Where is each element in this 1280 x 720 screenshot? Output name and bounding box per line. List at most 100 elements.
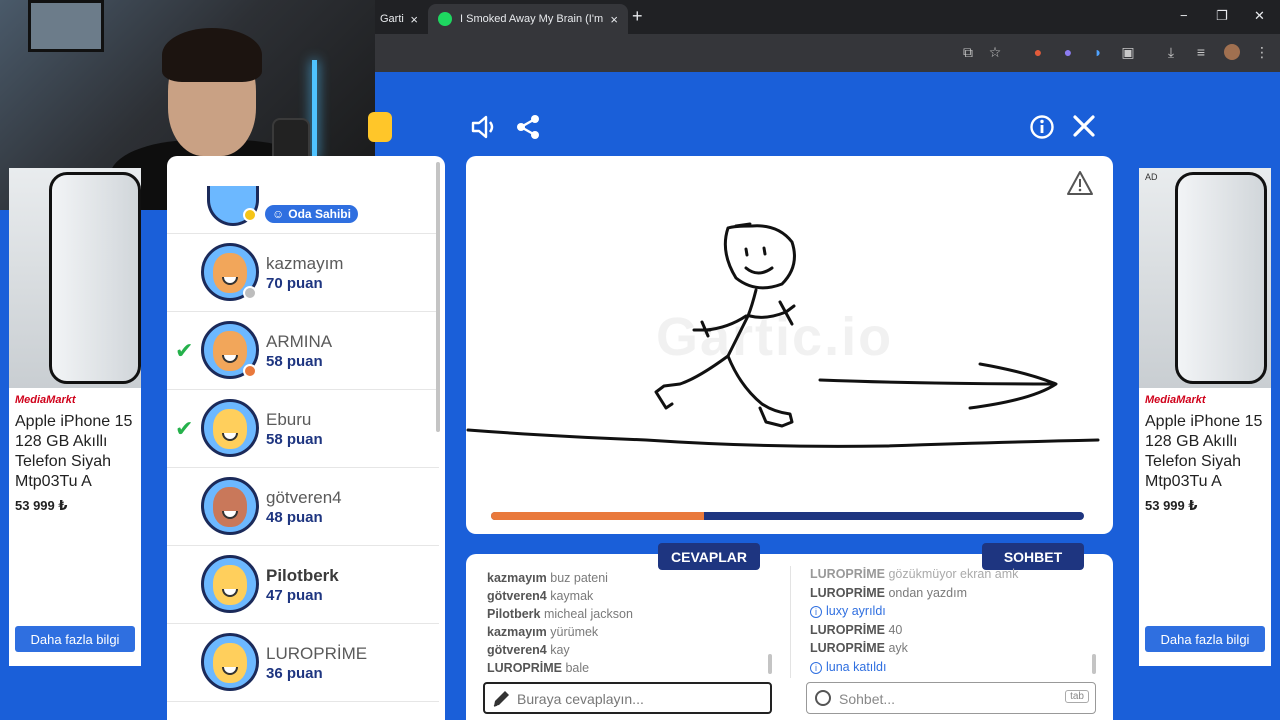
chat-input[interactable]: [839, 688, 1059, 710]
drawing-canvas[interactable]: Gartic.io: [466, 156, 1113, 534]
player-score: 58 puan: [266, 353, 323, 370]
chat-text: ayk: [888, 641, 908, 655]
panel-divider: [790, 566, 791, 678]
sound-icon[interactable]: [470, 114, 498, 140]
chat-scrollbar[interactable]: [1092, 654, 1096, 674]
download-icon[interactable]: ⤓: [1163, 44, 1179, 60]
extensions-puzzle-icon[interactable]: ▣: [1120, 44, 1136, 60]
chat-search-icon: [815, 690, 831, 706]
player-avatar: [201, 633, 259, 691]
browser-tab-spotify[interactable]: I Smoked Away My Brain (I'm God x Ani ×: [428, 4, 628, 34]
chat-text: katıldı: [853, 659, 887, 674]
tab-key-hint: tab: [1065, 690, 1089, 703]
answer-text: bale: [565, 661, 590, 675]
cast-icon[interactable]: ⧉: [960, 44, 976, 60]
profile-avatar-icon[interactable]: [1224, 44, 1240, 60]
player-name: götveren4: [266, 488, 342, 507]
answer-user: LUROPRİME: [487, 661, 562, 675]
chat-user: LUROPRİME: [810, 585, 885, 600]
player-name: kazmayım: [266, 254, 344, 273]
close-icon[interactable]: ×: [410, 12, 418, 27]
info-icon: i: [810, 661, 822, 674]
bookmark-star-icon[interactable]: ☆: [987, 44, 1003, 60]
player-row[interactable]: ✔ Eburu 58 puan: [167, 390, 439, 468]
player-row[interactable]: götveren4 48 puan: [167, 468, 439, 546]
advertisement-left[interactable]: MediaMarkt Apple iPhone 15 128 GB Akıllı…: [9, 168, 141, 666]
player-name: Eburu: [266, 410, 312, 429]
chat-user: luxy: [826, 604, 849, 618]
phone-shape: [1175, 172, 1267, 384]
extension-fox-icon[interactable]: ●: [1030, 44, 1046, 60]
tab-title: I Smoked Away My Brain (I'm God x Ani: [460, 13, 604, 25]
tab-chat[interactable]: SOHBET: [982, 543, 1084, 570]
answer-message: götveren4 kaymak: [487, 589, 593, 603]
gartic-logo-fragment: [368, 112, 392, 142]
tab-title: Gartic: [380, 13, 404, 25]
player-row-owner[interactable]: ☺ Oda Sahibi: [167, 156, 439, 234]
iphone-image: [9, 168, 141, 388]
browser-tab-gartic[interactable]: Gartic ×: [370, 4, 428, 34]
avatar-face: [213, 643, 247, 683]
answer-input[interactable]: [517, 688, 757, 710]
answer-input-box[interactable]: [483, 682, 772, 714]
stick-figure-drawing: [466, 222, 1100, 448]
spotify-icon: [438, 12, 452, 26]
player-row[interactable]: LUROPRİME 36 puan: [167, 624, 439, 702]
chat-text: ayrıldı: [851, 604, 886, 618]
players-scrollbar[interactable]: [436, 162, 440, 432]
status-dot: [243, 208, 257, 222]
answer-text: micheal jackson: [543, 607, 633, 621]
answer-user: kazmayım: [487, 625, 547, 639]
player-avatar: [201, 555, 259, 613]
info-icon[interactable]: [1029, 114, 1055, 140]
chat-text: gözükmüyor ekran amk: [888, 567, 1019, 581]
guessed-check-icon: ✔: [175, 338, 194, 363]
answers-scrollbar[interactable]: [768, 654, 772, 674]
player-score: 48 puan: [266, 509, 323, 526]
share-icon[interactable]: [515, 114, 541, 140]
player-score: 47 puan: [266, 587, 323, 604]
player-name: ARMINA: [266, 332, 333, 351]
info-icon: i: [810, 606, 822, 618]
advertisement-right[interactable]: AD MediaMarkt Apple iPhone 15 128 GB Akı…: [1139, 168, 1271, 666]
player-row[interactable]: kazmayım 70 puan: [167, 234, 439, 312]
answer-user: götveren4: [487, 589, 547, 603]
report-warning-icon[interactable]: [1066, 170, 1094, 196]
extension-ghost-icon[interactable]: ●: [1060, 44, 1076, 60]
ad-more-info-button[interactable]: Daha fazla bilgi: [15, 626, 135, 652]
ad-price: 53 999 ₺: [1145, 498, 1198, 513]
tab-answers[interactable]: CEVAPLAR: [658, 543, 760, 570]
led-light: [312, 60, 317, 160]
close-icon[interactable]: ×: [610, 12, 618, 27]
maximize-button[interactable]: ❐: [1216, 8, 1228, 24]
close-window-button[interactable]: ✕: [1254, 8, 1265, 24]
answer-message: götveren4 kay: [487, 643, 570, 657]
avatar-face: [213, 409, 247, 449]
answer-text: buz pateni: [550, 571, 608, 585]
chat-input-box[interactable]: tab: [806, 682, 1096, 714]
answer-message: LUROPRİME bale: [487, 661, 589, 675]
new-tab-button[interactable]: +: [632, 6, 643, 27]
media-control-icon[interactable]: ≡: [1193, 44, 1209, 60]
ad-more-info-button[interactable]: Daha fazla bilgi: [1145, 626, 1265, 652]
answer-message: kazmayım yürümek: [487, 625, 598, 639]
more-menu-icon[interactable]: ⋮: [1254, 44, 1270, 60]
chat-user: LUROPRİME: [810, 641, 885, 655]
player-row[interactable]: Pilotberk 47 puan: [167, 546, 439, 624]
avatar-face: [213, 253, 247, 293]
minimize-button[interactable]: −: [1180, 8, 1188, 23]
player-score: 36 puan: [266, 665, 323, 682]
avatar-face: [213, 331, 247, 371]
pencil-icon: [493, 691, 509, 707]
status-dot: [243, 286, 257, 300]
chat-user: luna: [826, 659, 850, 674]
extension-audio-icon[interactable]: ◗: [1090, 44, 1106, 60]
answer-message: Pilotberk micheal jackson: [487, 607, 633, 621]
close-icon[interactable]: [1072, 114, 1096, 138]
player-score: 58 puan: [266, 431, 323, 448]
iphone-image: AD: [1139, 168, 1271, 388]
player-avatar: [201, 399, 259, 457]
player-row[interactable]: ✔ ARMINA 58 puan: [167, 312, 439, 390]
system-message: i luxy ayrıldı: [810, 604, 886, 618]
answer-user: kazmayım: [487, 571, 547, 585]
